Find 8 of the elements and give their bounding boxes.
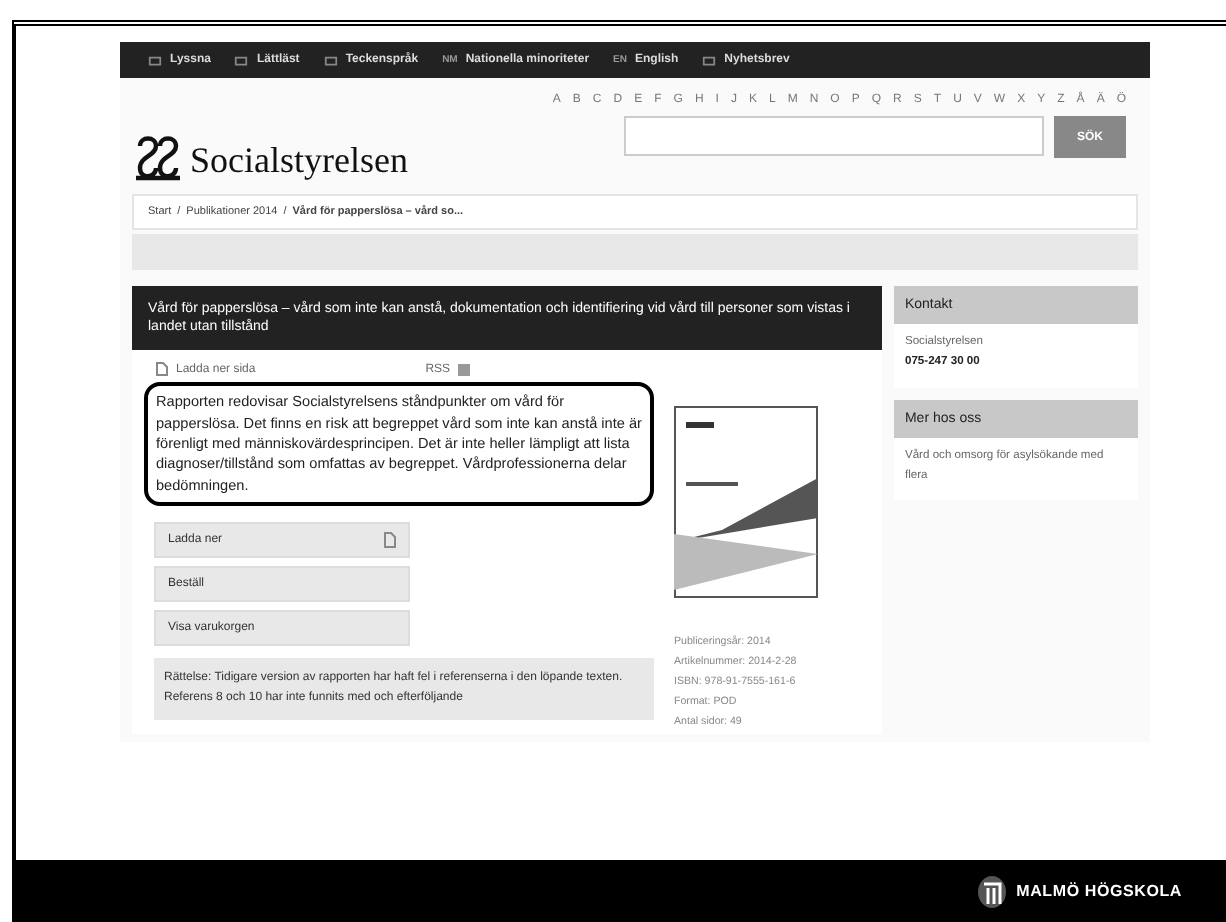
rss-icon bbox=[458, 363, 471, 376]
document-icon bbox=[384, 531, 396, 548]
logo-icon bbox=[978, 875, 1007, 907]
brand-name: MALMÖ HÖGSKOLA bbox=[1016, 882, 1182, 900]
site-logo-text[interactable]: Socialstyrelsen bbox=[190, 140, 408, 182]
search-field[interactable] bbox=[624, 116, 1044, 156]
logo-icon bbox=[132, 134, 184, 182]
document-icon bbox=[156, 362, 168, 377]
